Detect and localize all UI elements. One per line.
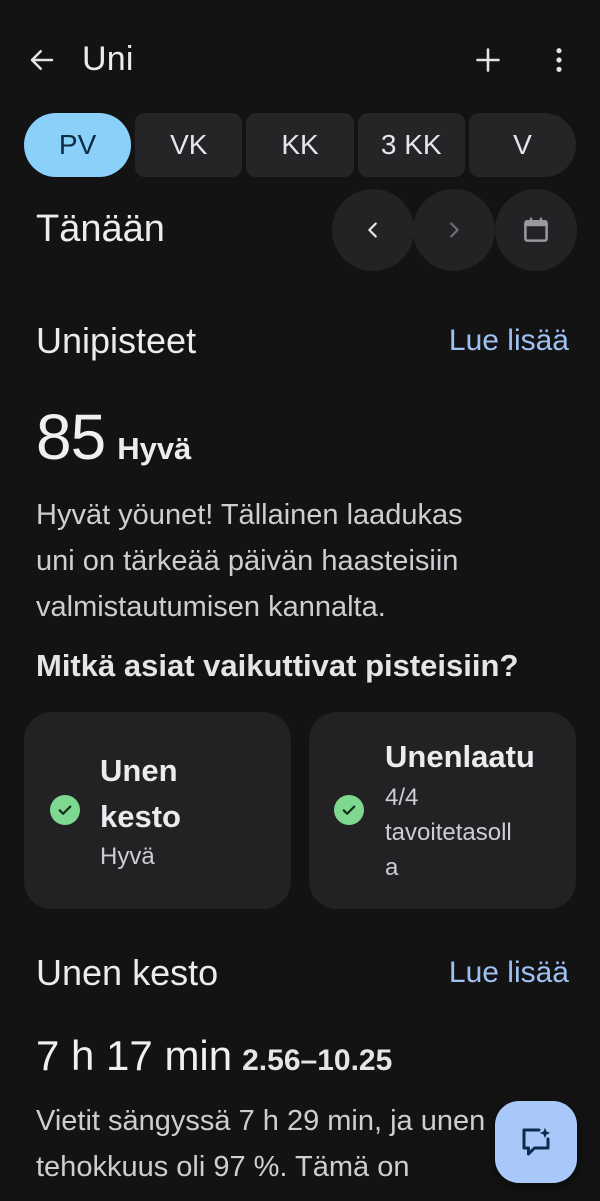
chat-sparkle-icon bbox=[522, 1127, 551, 1156]
more-vert-icon bbox=[556, 48, 562, 72]
sleep-score-title: Unipisteet bbox=[36, 320, 197, 361]
factor-card-duration[interactable]: Unen kesto Hyvä bbox=[24, 712, 291, 909]
arrow-left-icon bbox=[30, 50, 54, 70]
tab-3-months[interactable]: 3 KK bbox=[357, 113, 465, 177]
sleep-score: 85 Hyvä bbox=[36, 400, 191, 474]
calendar-button[interactable] bbox=[495, 189, 577, 271]
tab-week[interactable]: VK bbox=[135, 113, 243, 177]
sleep-score-value: 85 bbox=[36, 401, 106, 473]
previous-day-button[interactable] bbox=[332, 189, 414, 271]
add-button[interactable] bbox=[466, 38, 510, 82]
period-tabs: PV VK KK 3 KK V bbox=[24, 113, 577, 177]
tab-year[interactable]: V bbox=[468, 113, 577, 177]
sleep-duration-read-more-link[interactable]: Lue lisää bbox=[449, 956, 569, 990]
date-label: Tänään bbox=[36, 208, 165, 250]
sleep-duration-value: 7 h 17 min bbox=[36, 1032, 233, 1079]
plus-icon bbox=[476, 48, 500, 72]
sleep-duration: 7 h 17 min 2.56–10.25 bbox=[36, 1032, 392, 1080]
calendar-icon bbox=[524, 217, 548, 242]
sleep-score-description: Hyvät yöunet! Tällainen laadukas uni on … bbox=[36, 499, 463, 623]
chevron-left-icon bbox=[368, 222, 377, 238]
top-app-bar: Uni bbox=[0, 0, 600, 120]
factor-status: 4/4 tavoitetasoll a bbox=[385, 784, 512, 881]
tab-month[interactable]: KK bbox=[246, 113, 354, 177]
chat-assistant-button[interactable] bbox=[495, 1101, 577, 1183]
factor-title: Unenlaatu bbox=[385, 739, 535, 774]
sleep-screen: Uni PV VK KK 3 KK V Tänään Unipisteet Lu… bbox=[0, 0, 600, 1201]
chevron-right-icon bbox=[450, 222, 459, 238]
factor-card-quality[interactable]: Unenlaatu 4/4 tavoitetasoll a bbox=[309, 712, 576, 909]
check-icon bbox=[334, 795, 364, 825]
next-day-button[interactable] bbox=[413, 189, 495, 271]
back-button[interactable] bbox=[20, 38, 64, 82]
more-options-button[interactable] bbox=[537, 38, 581, 82]
sleep-score-read-more-link[interactable]: Lue lisää bbox=[449, 324, 569, 358]
check-icon bbox=[50, 795, 80, 825]
sleep-score-rating: Hyvä bbox=[117, 431, 192, 466]
tab-day[interactable]: PV bbox=[24, 113, 132, 177]
factor-title: Unen kesto bbox=[100, 753, 181, 834]
factor-status: Hyvä bbox=[100, 843, 155, 870]
factors-heading: Mitkä asiat vaikuttivat pisteisiin? bbox=[36, 648, 519, 683]
page-title: Uni bbox=[82, 40, 134, 78]
sleep-time-range: 2.56–10.25 bbox=[242, 1044, 393, 1077]
sleep-duration-title: Unen kesto bbox=[36, 952, 219, 993]
